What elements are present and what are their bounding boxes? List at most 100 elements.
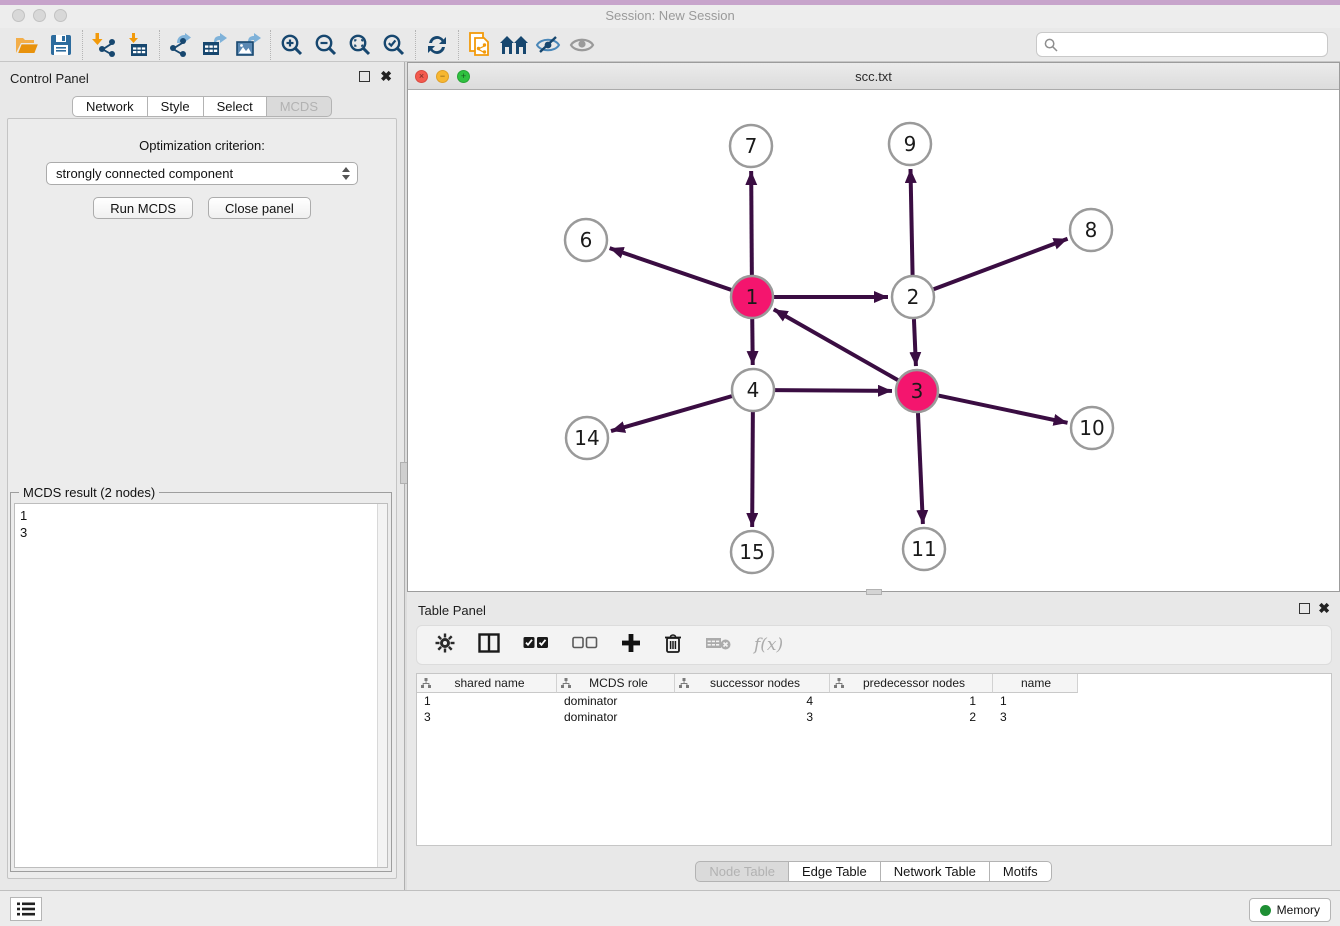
mcds-result-textarea[interactable]: 1 3: [14, 503, 388, 868]
zoom-fit-icon: [348, 33, 372, 57]
zoom-out-button[interactable]: [309, 30, 343, 60]
table-row[interactable]: 3dominator323: [417, 709, 1331, 725]
export-image-button[interactable]: [232, 30, 266, 60]
memory-button-label: Memory: [1277, 903, 1320, 917]
table-body: 1dominator4113dominator323: [417, 693, 1331, 725]
tab-mcds[interactable]: MCDS: [267, 96, 332, 117]
graph-node-3[interactable]: 3: [896, 370, 938, 412]
delete-table-icon: [705, 635, 731, 651]
column-header-predecessor-nodes[interactable]: predecessor nodes: [830, 674, 993, 693]
column-header-shared-name[interactable]: shared name: [417, 674, 557, 693]
cell-MCDS-role[interactable]: dominator: [557, 693, 675, 709]
edge-2-to-8[interactable]: [934, 239, 1068, 289]
tab-select[interactable]: Select: [204, 96, 267, 117]
graph-node-10[interactable]: 10: [1071, 407, 1113, 449]
function-builder-button[interactable]: f(x): [754, 635, 783, 655]
search-field[interactable]: [1036, 32, 1328, 57]
edge-1-to-6[interactable]: [610, 248, 732, 290]
hide-all-columns-button[interactable]: [572, 636, 598, 655]
table-row[interactable]: 1dominator411: [417, 693, 1331, 709]
cell-predecessor-nodes[interactable]: 1: [830, 693, 993, 709]
cell-MCDS-role[interactable]: dominator: [557, 709, 675, 725]
graph-node-6[interactable]: 6: [565, 219, 607, 261]
tab-motifs[interactable]: Motifs: [990, 861, 1052, 882]
hide-selected-button[interactable]: [531, 30, 565, 60]
float-table-panel-icon[interactable]: [1299, 603, 1310, 614]
table-panel: Table Panel ✖: [407, 595, 1340, 890]
tab-network-table[interactable]: Network Table: [881, 861, 990, 882]
node-label: 10: [1079, 416, 1104, 440]
table-settings-button[interactable]: [435, 633, 455, 658]
cell-successor-nodes[interactable]: 3: [675, 709, 830, 725]
edge-2-to-9[interactable]: [910, 169, 912, 275]
edge-4-to-3[interactable]: [775, 390, 892, 391]
export-network-button[interactable]: [164, 30, 198, 60]
apply-layout-button[interactable]: [420, 30, 454, 60]
import-network-button[interactable]: [87, 30, 121, 60]
zoom-in-icon: [280, 33, 304, 57]
column-header-successor-nodes[interactable]: successor nodes: [675, 674, 830, 693]
network-graph-canvas[interactable]: 7 9 6 8 1 2 4 3 14 10 15 11: [408, 90, 1339, 586]
show-home-panel-button[interactable]: [497, 30, 531, 60]
cell-shared-name[interactable]: 3: [417, 709, 557, 725]
search-input[interactable]: [1063, 37, 1327, 52]
cell-name[interactable]: 3: [993, 709, 1078, 725]
float-panel-icon[interactable]: [359, 71, 370, 82]
column-header-MCDS-role[interactable]: MCDS role: [557, 674, 675, 693]
import-table-button[interactable]: [121, 30, 155, 60]
hierarchy-icon: [421, 678, 431, 689]
tab-edge-table[interactable]: Edge Table: [789, 861, 881, 882]
tab-node-table[interactable]: Node Table: [695, 861, 789, 882]
graph-node-15[interactable]: 15: [731, 531, 773, 573]
graph-node-1[interactable]: 1: [731, 276, 773, 318]
edge-3-to-1[interactable]: [774, 309, 898, 380]
edge-4-to-14[interactable]: [611, 396, 732, 431]
graph-node-4[interactable]: 4: [732, 369, 774, 411]
column-label: predecessor nodes: [844, 676, 992, 690]
edge-4-to-15[interactable]: [752, 412, 753, 527]
duplicate-network-button[interactable]: [463, 30, 497, 60]
close-panel-button[interactable]: Close panel: [208, 197, 311, 219]
node-table[interactable]: shared nameMCDS rolesuccessor nodes prede…: [416, 673, 1332, 846]
tab-style[interactable]: Style: [148, 96, 204, 117]
graph-node-14[interactable]: 14: [566, 417, 608, 459]
cell-successor-nodes[interactable]: 4: [675, 693, 830, 709]
cell-predecessor-nodes[interactable]: 2: [830, 709, 993, 725]
graph-node-2[interactable]: 2: [892, 276, 934, 318]
window-titlebar: Session: New Session: [0, 5, 1340, 28]
delete-table-button[interactable]: [705, 635, 731, 656]
edge-1-to-7[interactable]: [751, 171, 752, 275]
graph-node-11[interactable]: 11: [903, 528, 945, 570]
open-session-button[interactable]: [10, 30, 44, 60]
close-panel-icon[interactable]: ✖: [380, 68, 392, 84]
toggle-panel-layout-button[interactable]: [478, 633, 500, 658]
edge-3-to-11[interactable]: [918, 413, 923, 524]
delete-column-button[interactable]: [664, 633, 682, 658]
memory-button[interactable]: Memory: [1249, 898, 1331, 922]
graph-node-8[interactable]: 8: [1070, 209, 1112, 251]
cell-shared-name[interactable]: 1: [417, 693, 557, 709]
graph-node-9[interactable]: 9: [889, 123, 931, 165]
criterion-select[interactable]: strongly connected component: [46, 162, 358, 185]
save-session-button[interactable]: [44, 30, 78, 60]
column-header-name[interactable]: name: [993, 674, 1078, 693]
cell-name[interactable]: 1: [993, 693, 1078, 709]
export-table-button[interactable]: [198, 30, 232, 60]
zoom-selected-button[interactable]: [377, 30, 411, 60]
result-scrollbar[interactable]: [377, 504, 387, 867]
edge-2-to-3[interactable]: [914, 319, 916, 366]
toolbar-separator: [415, 30, 416, 60]
run-mcds-button[interactable]: Run MCDS: [93, 197, 193, 219]
close-table-panel-icon[interactable]: ✖: [1318, 600, 1330, 616]
node-label: 1: [746, 285, 759, 309]
tab-network[interactable]: Network: [72, 96, 148, 117]
node-label: 9: [904, 132, 917, 156]
show-all-columns-button[interactable]: [523, 636, 549, 655]
edge-3-to-10[interactable]: [939, 396, 1068, 423]
create-column-button[interactable]: [621, 633, 641, 658]
zoom-fit-button[interactable]: [343, 30, 377, 60]
zoom-in-button[interactable]: [275, 30, 309, 60]
task-history-button[interactable]: [10, 897, 42, 921]
graph-node-7[interactable]: 7: [730, 125, 772, 167]
show-all-button[interactable]: [565, 30, 599, 60]
